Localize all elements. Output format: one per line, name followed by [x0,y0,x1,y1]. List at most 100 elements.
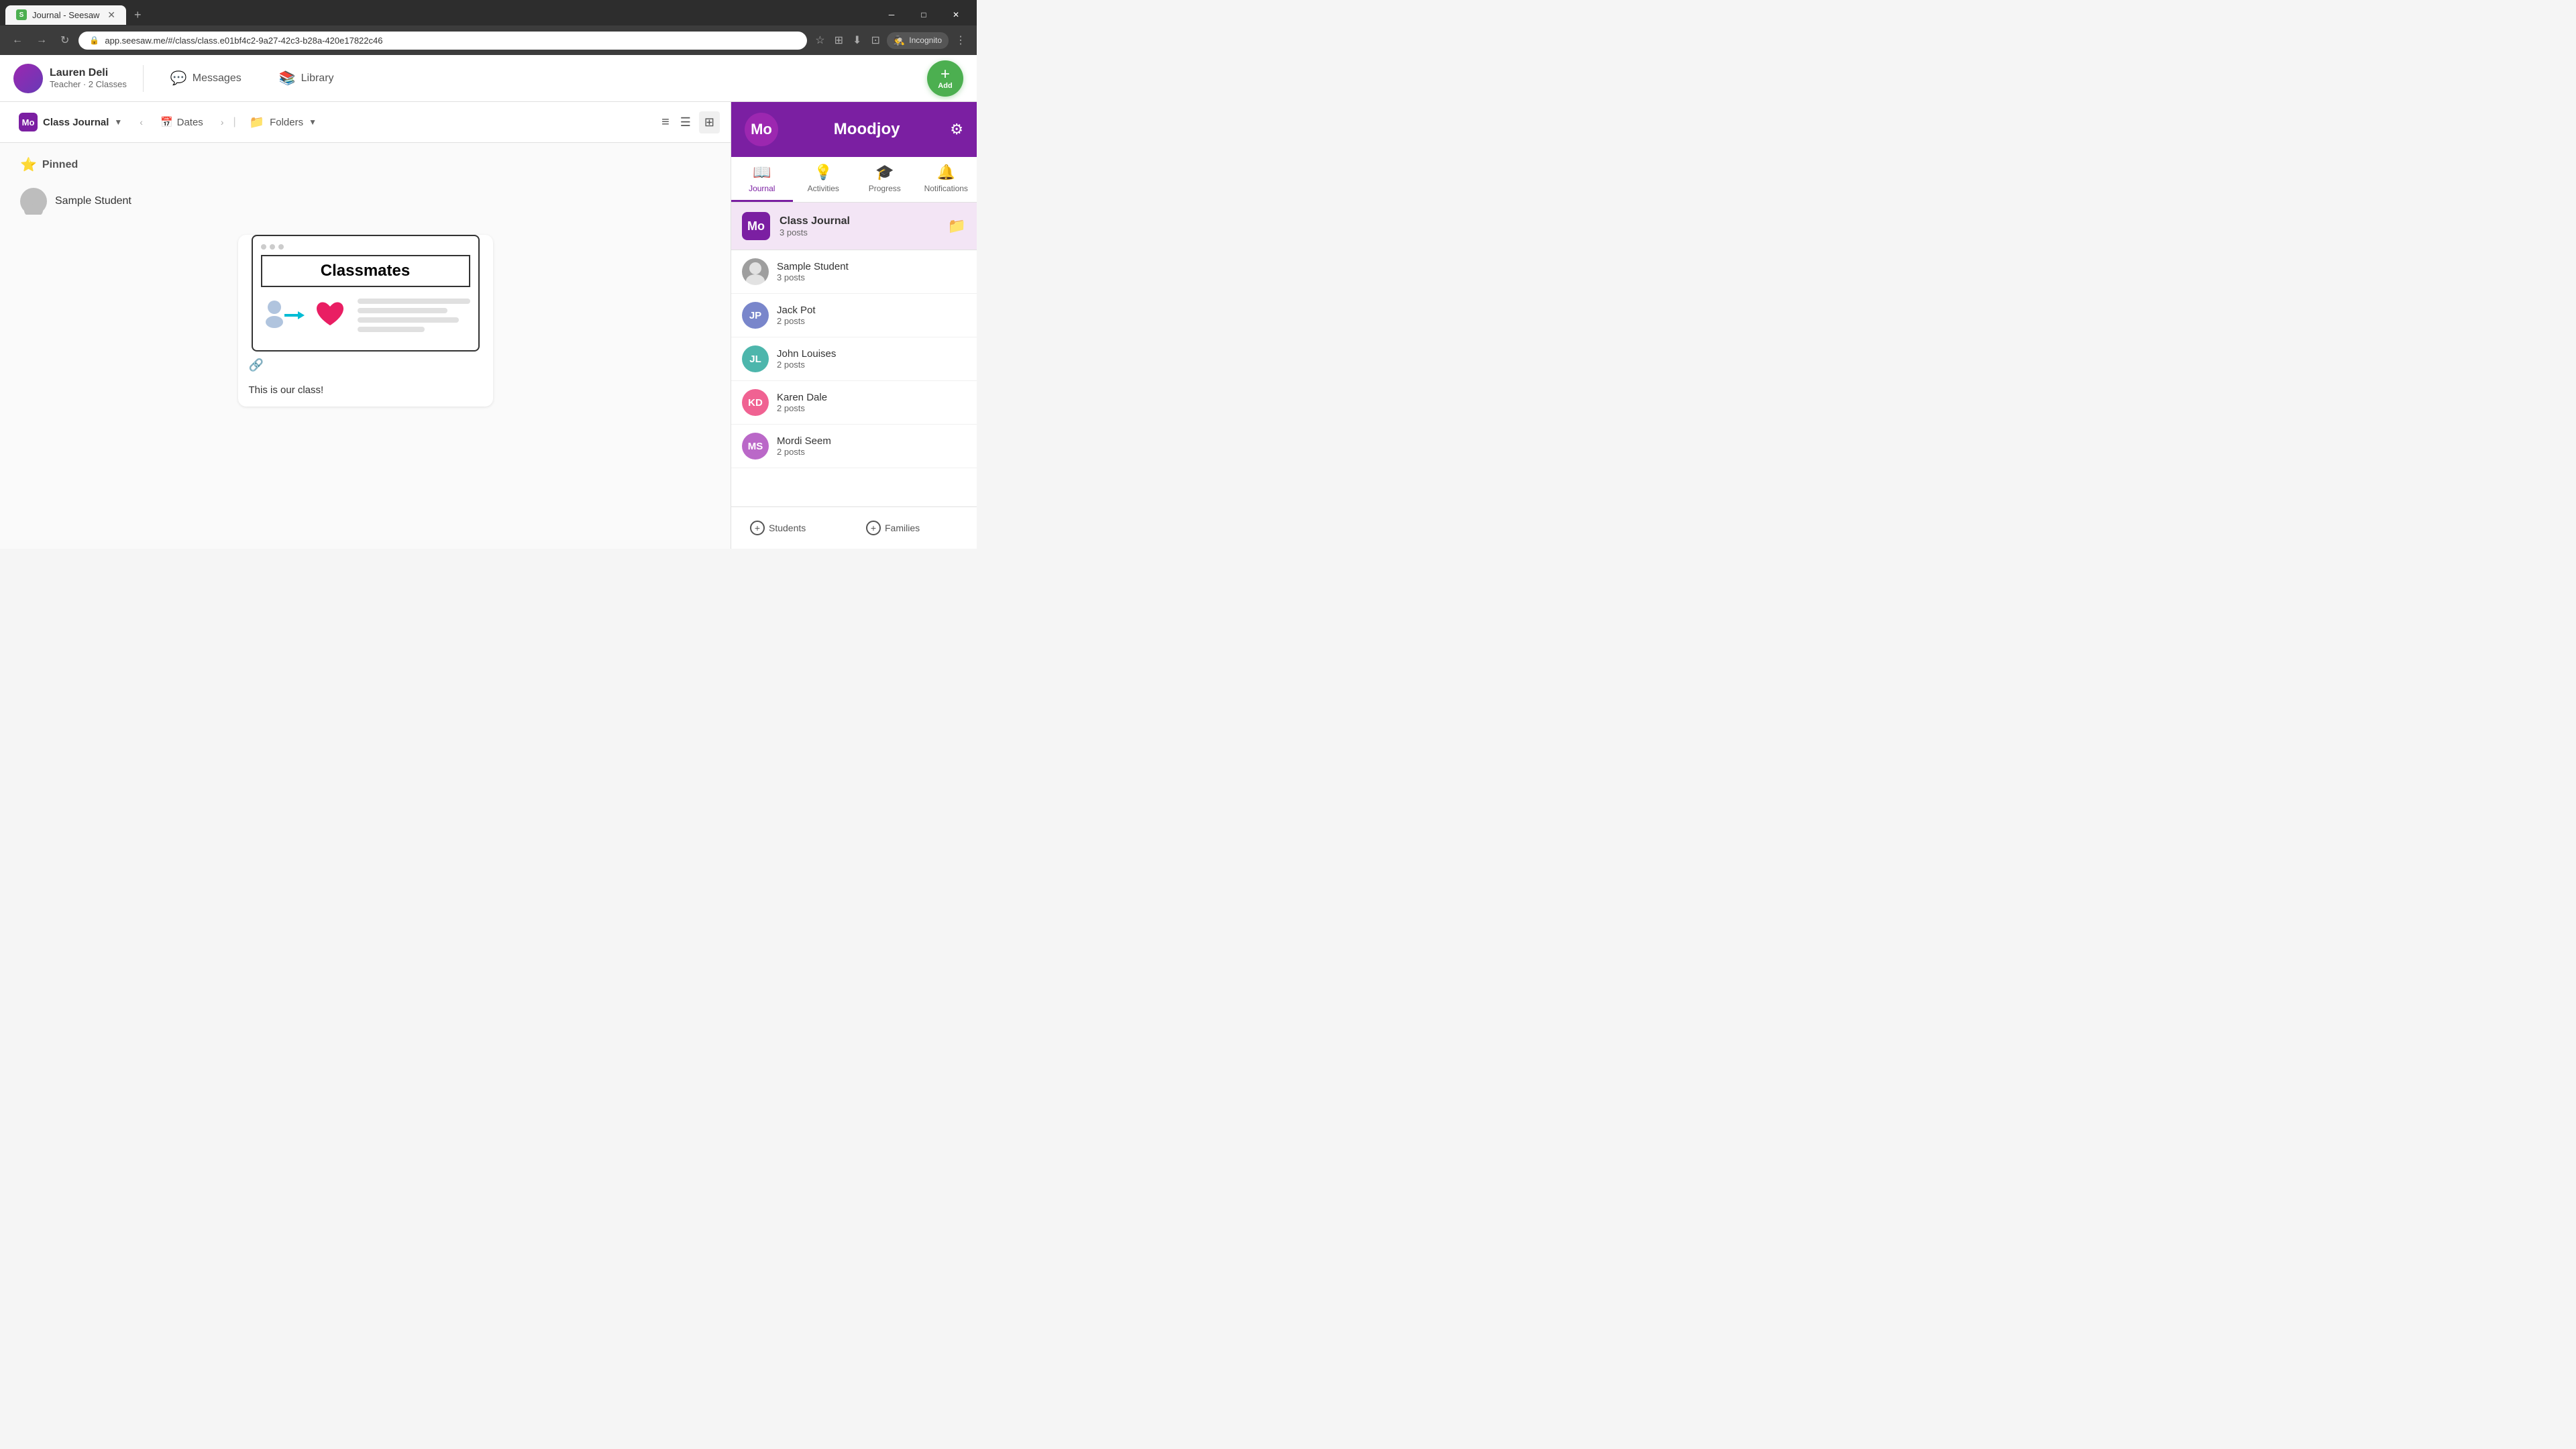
download-icon[interactable]: ⬇ [850,31,864,50]
tab-notifications[interactable]: 🔔 Notifications [916,157,977,202]
card-dots [261,244,470,250]
content-area: Mo Class Journal ▼ ‹ 📅 Dates › | 📁 Folde… [0,102,977,549]
pin-icon: ⭐ [20,156,37,173]
class-journal-badge: Mo [742,212,770,240]
address-bar: ← → ↻ 🔒 app.seesaw.me/#/class/class.e01b… [0,25,977,55]
minimize-button[interactable]: ─ [876,4,907,25]
link-icon[interactable]: 🔗 [249,358,264,372]
class-initial: Mo [751,121,772,138]
window-controls: ─ □ ✕ [876,4,971,25]
activities-tab-label: Activities [808,184,839,193]
students-plus-icon: + [750,521,765,535]
tab-journal[interactable]: 📖 Journal [731,157,793,202]
folders-label: Folders [270,117,303,128]
separator: | [233,116,235,128]
student-name: Sample Student [55,195,131,207]
bottom-row: + Students + Families [731,506,977,549]
student-info-1: Jack Pot 2 posts [777,305,966,326]
class-selector[interactable]: Mo Class Journal ▼ [11,109,130,136]
right-tabs: 📖 Journal 💡 Activities 🎓 Progress 🔔 Noti… [731,157,977,203]
grid-view-button[interactable]: ⊞ [699,111,720,133]
dates-selector[interactable]: 📅 Dates [152,112,211,132]
user-name: Lauren Deli [50,67,127,79]
feed-area: ⭐ Pinned Sample Student [0,143,731,549]
student-posts-3: 2 posts [777,403,966,413]
list-view-button[interactable]: ☰ [675,111,696,133]
students-button[interactable]: + Students [742,515,850,541]
right-header: Mo Moodjoy ⚙ [731,102,977,157]
pinned-label: ⭐ Pinned [20,156,710,173]
bookmark-icon[interactable]: ☆ [812,31,827,50]
class-journal-info: Class Journal 3 posts [780,215,948,237]
profile-icon[interactable]: ⊡ [868,31,882,50]
add-button[interactable]: + Add [927,60,963,97]
add-label: Add [938,83,952,90]
class-journal-posts: 3 posts [780,227,948,237]
post-card: Classmates [238,235,493,407]
forward-button[interactable]: → [32,32,51,49]
user-info: Lauren Deli Teacher · 2 Classes [13,64,127,93]
tab-activities[interactable]: 💡 Activities [793,157,855,202]
student-info-4: Mordi Seem 2 posts [777,435,966,457]
class-journal-item[interactable]: Mo Class Journal 3 posts 📁 [731,203,977,250]
pinned-student-item[interactable]: Sample Student [20,181,710,221]
close-button[interactable]: ✕ [941,4,971,25]
student-avatar-1: JP [742,302,769,329]
tab-progress[interactable]: 🎓 Progress [854,157,916,202]
user-text: Lauren Deli Teacher · 2 Classes [50,67,127,89]
messages-icon: 💬 [170,70,187,87]
lock-icon: 🔒 [89,36,99,45]
card-title-text: Classmates [321,262,410,280]
date-prev-button[interactable]: ‹ [136,114,147,130]
scene-left [261,295,347,335]
notifications-tab-label: Notifications [924,184,968,193]
top-navigation: Lauren Deli Teacher · 2 Classes 💬 Messag… [0,55,977,102]
card-scene [261,295,470,335]
incognito-label: Incognito [909,36,942,45]
families-plus-icon: + [866,521,881,535]
student-avatar-4: MS [742,433,769,460]
student-list-item-4[interactable]: MS Mordi Seem 2 posts [731,425,977,468]
student-avatar-2: JL [742,345,769,372]
journal-tab-icon: 📖 [753,164,771,181]
card-text-lines [358,299,470,332]
pinned-text: Pinned [42,159,78,171]
card-line-2 [358,308,447,313]
new-tab-button[interactable]: + [129,5,147,25]
heart-svg [313,299,347,332]
post-image: Classmates [238,235,493,352]
folders-selector[interactable]: 📁 Folders ▼ [241,111,325,133]
back-button[interactable]: ← [8,32,27,49]
classmates-card: Classmates [252,235,480,352]
messages-nav-item[interactable]: 💬 Messages [160,64,252,92]
student-list-item-0[interactable]: Sample Student 3 posts [731,250,977,294]
date-next-button[interactable]: › [217,114,228,130]
tab-close-button[interactable]: ✕ [107,9,115,21]
student-list-item-1[interactable]: JP Jack Pot 2 posts [731,294,977,337]
app-container: Lauren Deli Teacher · 2 Classes 💬 Messag… [0,55,977,549]
student-list-item-2[interactable]: JL John Louises 2 posts [731,337,977,381]
student-list-item-3[interactable]: KD Karen Dale 2 posts [731,381,977,425]
student-posts-4: 2 posts [777,447,966,457]
filter-icon[interactable]: ≡ [661,115,669,130]
settings-icon[interactable]: ⚙ [950,121,963,138]
url-input[interactable]: 🔒 app.seesaw.me/#/class/class.e01bf4c2-9… [78,32,807,50]
incognito-badge: 🕵 Incognito [887,32,949,49]
menu-icon[interactable]: ⋮ [953,31,969,50]
student-posts-1: 2 posts [777,316,966,326]
card-title-box: Classmates [261,255,470,287]
refresh-button[interactable]: ↻ [56,31,73,50]
student-name-4: Mordi Seem [777,435,966,447]
extensions-icon[interactable]: ⊞ [832,31,846,50]
activities-tab-icon: 💡 [814,164,833,181]
address-actions: ☆ ⊞ ⬇ ⊡ 🕵 Incognito ⋮ [812,31,969,50]
active-tab[interactable]: S Journal - Seesaw ✕ [5,5,126,25]
view-toggle: ☰ ⊞ [675,111,720,133]
class-name-label: Class Journal [43,117,109,128]
class-avatar-large: Mo [745,113,778,146]
add-icon: + [941,66,950,83]
maximize-button[interactable]: □ [908,4,939,25]
families-button[interactable]: + Families [858,515,966,541]
student-list: Mo Class Journal 3 posts 📁 Sample Studen… [731,203,977,506]
library-nav-item[interactable]: 📚 Library [268,64,345,92]
